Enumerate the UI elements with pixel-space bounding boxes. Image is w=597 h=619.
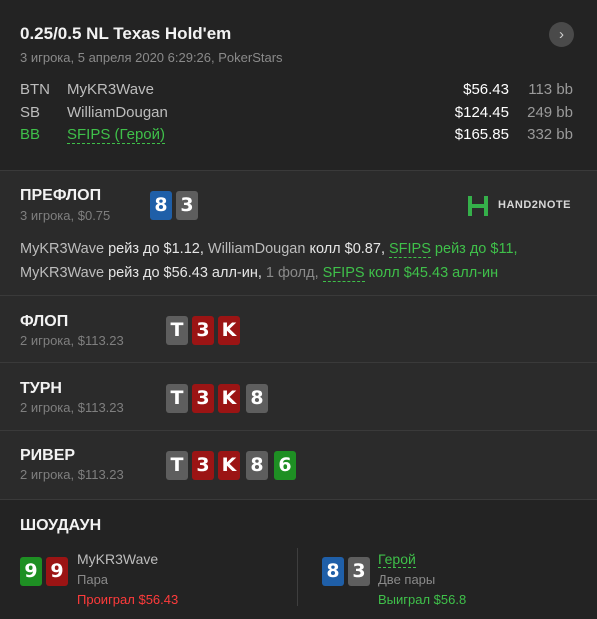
player-name[interactable]: WilliamDougan — [67, 104, 168, 121]
action-hero[interactable]: SFIPS — [322, 265, 365, 282]
action-text-hero: рейз до $11, — [430, 241, 518, 257]
action-fold: 1 фолд, — [265, 265, 323, 281]
hero-card-1: 8 — [150, 191, 172, 220]
action-text-hero: колл $45.43 алл-ин — [364, 265, 499, 281]
player-stack: $56.43 — [463, 81, 509, 98]
hero-card-2: 3 — [348, 557, 370, 586]
hand2note-logo-icon — [468, 196, 488, 216]
board-card: T — [166, 384, 188, 413]
river-section: РИВЕР 2 игрока, $113.23 T 3 K 8 6 — [0, 431, 597, 500]
board-card: K — [218, 451, 240, 480]
hero-player-name[interactable]: SFIPS (Герой) — [67, 126, 166, 144]
player-stack-bb: 113 bb — [528, 81, 573, 98]
action-hero[interactable]: SFIPS — [389, 241, 431, 258]
board-card: K — [218, 384, 240, 413]
player-row-btn: BTN MyKR3Wave $56.43 113 bb — [0, 81, 597, 103]
hero-result: Выиграл $56.8 — [378, 592, 467, 607]
board-card: 3 — [192, 451, 214, 480]
hand-header: 0.25/0.5 NL Texas Hold'em 3 игрока, 5 ап… — [0, 0, 597, 171]
showdown-section: ШОУДАУН 9 9 MyKR3Wave Пара Проиграл $56.… — [0, 500, 597, 619]
action-player[interactable]: WilliamDougan — [208, 241, 306, 257]
turn-subtitle: 2 игрока, $113.23 — [20, 400, 124, 415]
player-stack: $124.45 — [454, 104, 509, 121]
flop-section: ФЛОП 2 игрока, $113.23 T 3 K — [0, 296, 597, 363]
player-name[interactable]: MyKR3Wave — [67, 81, 154, 98]
hero-name-text[interactable]: Герой — [378, 551, 416, 568]
player-row-bb-hero: BB SFIPS (Герой) $165.85 332 bb — [0, 126, 597, 148]
board-card: 6 — [274, 451, 296, 480]
turn-section: ТУРН 2 игрока, $113.23 T 3 K 8 — [0, 363, 597, 431]
villain-result: Проиграл $56.43 — [77, 592, 179, 607]
action-line: MyKR3Wave рейз до $1.12, WilliamDougan к… — [20, 237, 580, 261]
board-card: T — [166, 451, 188, 480]
player-stack-bb: 332 bb — [527, 126, 573, 143]
hero-hand-rank: Две пары — [378, 572, 436, 587]
board-card: 3 — [192, 384, 214, 413]
hero-card-1: 8 — [322, 557, 344, 586]
river-title: РИВЕР — [20, 447, 76, 464]
action-player[interactable]: MyKR3Wave — [20, 265, 104, 281]
player-stack: $165.85 — [454, 126, 509, 143]
villain-card-1: 9 — [20, 557, 42, 586]
player-position: BB — [20, 126, 41, 143]
river-subtitle: 2 игрока, $113.23 — [20, 467, 124, 482]
preflop-title: ПРЕФЛОП — [20, 187, 102, 204]
player-stack-bb: 249 bb — [527, 104, 573, 121]
player-position: SB — [20, 104, 41, 121]
showdown-divider — [297, 548, 298, 606]
board-card: 8 — [246, 451, 268, 480]
villain-card-2: 9 — [46, 557, 68, 586]
preflop-actions: MyKR3Wave рейз до $1.12, WilliamDougan к… — [20, 237, 580, 285]
hero-name[interactable]: Герой — [378, 551, 416, 568]
board-card: 8 — [246, 384, 268, 413]
player-row-sb: SB WilliamDougan $124.45 249 bb — [0, 104, 597, 126]
preflop-subtitle: 3 игрока, $0.75 — [20, 208, 111, 223]
action-text: рейз до $56.43 алл-ин, — [104, 265, 266, 281]
showdown-title: ШОУДАУН — [20, 517, 102, 534]
player-position: BTN — [20, 81, 50, 98]
turn-title: ТУРН — [20, 380, 62, 397]
board-card: K — [218, 316, 240, 345]
flop-subtitle: 2 игрока, $113.23 — [20, 333, 124, 348]
action-text: рейз до $1.12, — [104, 241, 208, 257]
chevron-right-icon[interactable]: › — [549, 22, 574, 47]
hero-card-2: 3 — [176, 191, 198, 220]
hand-title: 0.25/0.5 NL Texas Hold'em — [20, 24, 232, 43]
action-line: MyKR3Wave рейз до $56.43 алл-ин, 1 фолд,… — [20, 261, 580, 285]
villain-hand-rank: Пара — [77, 572, 109, 587]
flop-title: ФЛОП — [20, 313, 69, 330]
action-text: колл $0.87, — [305, 241, 389, 257]
preflop-section: ПРЕФЛОП 3 игрока, $0.75 8 3 HAND2NOTE My… — [0, 171, 597, 296]
villain-name[interactable]: MyKR3Wave — [77, 551, 158, 567]
action-player[interactable]: MyKR3Wave — [20, 241, 104, 257]
board-card: 3 — [192, 316, 214, 345]
board-card: T — [166, 316, 188, 345]
hand2note-logo-text: HAND2NOTE — [498, 199, 571, 211]
hand-subtitle: 3 игрока, 5 апреля 2020 6:29:26, PokerSt… — [20, 50, 283, 65]
